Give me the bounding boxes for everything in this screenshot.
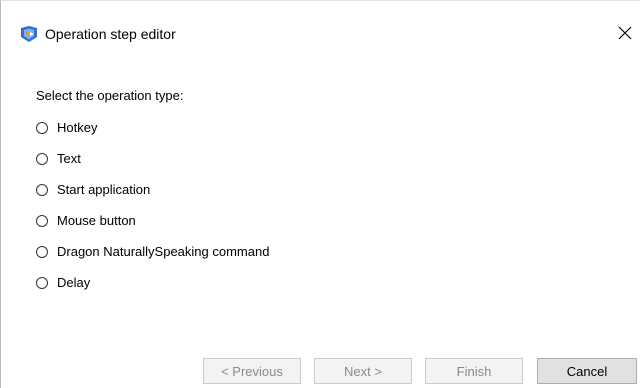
radio-button[interactable] — [36, 214, 48, 227]
window-title: Operation step editor — [45, 26, 176, 42]
operation-type-radio-group: Hotkey Text Start application Mouse butt… — [36, 117, 269, 303]
finish-button[interactable]: Finish — [425, 358, 523, 384]
radio-option-text[interactable]: Text — [36, 148, 269, 169]
radio-label: Delay — [57, 275, 91, 290]
radio-option-hotkey[interactable]: Hotkey — [36, 117, 269, 138]
cancel-button[interactable]: Cancel — [537, 358, 637, 384]
radio-option-delay[interactable]: Delay — [36, 272, 269, 293]
dragon-app-icon — [19, 25, 39, 43]
radio-label: Dragon NaturallySpeaking command — [57, 244, 270, 259]
radio-label: Mouse button — [57, 213, 136, 228]
radio-label: Start application — [57, 182, 151, 197]
radio-button[interactable] — [36, 152, 48, 165]
next-button[interactable]: Next > — [314, 358, 412, 384]
radio-button[interactable] — [36, 276, 48, 289]
operation-type-prompt: Select the operation type: — [36, 88, 184, 103]
radio-option-mouse-button[interactable]: Mouse button — [36, 210, 269, 231]
radio-button[interactable] — [36, 121, 48, 134]
close-button[interactable] — [609, 19, 640, 49]
operation-step-editor-dialog: Operation step editor Select the operati… — [0, 0, 640, 388]
radio-label: Text — [57, 151, 81, 166]
radio-option-dragon-command[interactable]: Dragon NaturallySpeaking command — [36, 241, 269, 262]
radio-button[interactable] — [36, 245, 48, 258]
radio-button[interactable] — [36, 183, 48, 196]
radio-label: Hotkey — [57, 120, 98, 135]
previous-button[interactable]: < Previous — [203, 358, 301, 384]
close-icon — [618, 26, 632, 43]
radio-option-start-application[interactable]: Start application — [36, 179, 269, 200]
